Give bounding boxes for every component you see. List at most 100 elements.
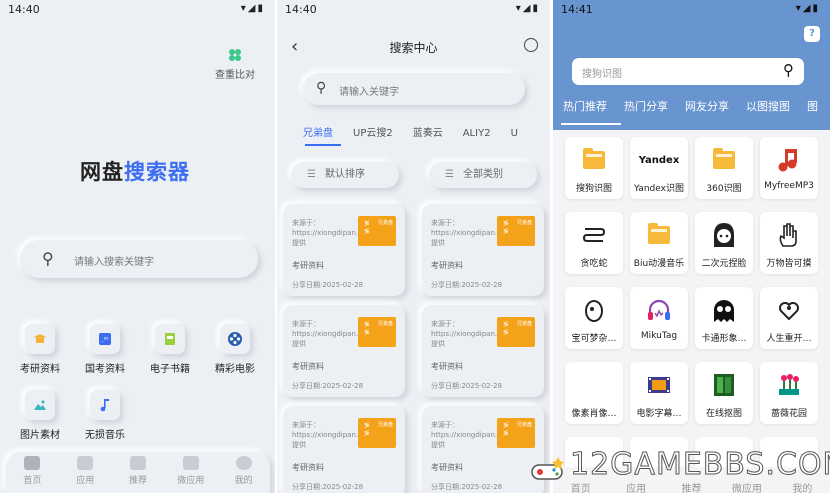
tile-label: 卡通形象…	[701, 334, 747, 344]
tile-music[interactable]: 无损音乐	[75, 390, 135, 441]
app-tile[interactable]: 在线抠图	[695, 362, 753, 424]
music-note-icon	[90, 390, 120, 420]
app-tile[interactable]: 贪吃蛇	[565, 212, 623, 274]
tab-hot-share[interactable]: 热门分享	[624, 98, 668, 114]
list-icon: ☰	[445, 169, 454, 180]
chart-icon	[182, 456, 199, 470]
compare-button[interactable]: 查重比对	[212, 48, 258, 81]
tab-xiongdipan[interactable]: 兄弟盘	[303, 124, 333, 139]
tab-aliy2[interactable]: ALIY2	[463, 128, 491, 139]
search-bar[interactable]: ⚲ 请输入关键字	[303, 73, 525, 105]
app-tile[interactable]: 搜狗识图	[565, 137, 623, 199]
tab-label: 微应用	[177, 476, 205, 486]
tab-recommend[interactable]: 推荐	[112, 452, 165, 493]
category-tabs: 热门推荐 热门分享 网友分享 以图搜图 图	[561, 98, 830, 125]
home-screen: 14:40 ▾◢▮ 查重比对 网盘搜索器 ⚲ 请输入搜索关键字 考研资料 .ᴵᴰ…	[0, 0, 275, 493]
result-card[interactable]: 来源于：https://xiongdipan.com/提供 ≶ ≶ 兄弟盘 考研资料 分享…	[422, 406, 544, 493]
tile-ebook[interactable]: 电子书籍	[140, 324, 200, 375]
card-date: 分享日期:2025-02-28	[292, 281, 364, 289]
egg-icon	[579, 295, 609, 325]
tab-miniapps[interactable]: 微应用	[164, 452, 217, 493]
app-tile[interactable]: Yandex Yandex识图	[630, 137, 688, 199]
card-date: 分享日期:2025-02-28	[431, 281, 503, 289]
tile-label: 万物皆可摸	[766, 259, 812, 269]
zigzag-icon: ≶ ≶	[364, 219, 370, 235]
card-source: 来源于：https://xiongdipan.com/提供	[292, 421, 376, 449]
tile-label: 360识图	[706, 184, 742, 194]
result-card[interactable]: 来源于：https://xiongdipan.com/提供 ≶ ≶ 兄弟盘 考研资料 分享…	[283, 406, 405, 493]
tile-label: 人生重开…	[766, 334, 812, 344]
card-thumbnail: ≶ ≶ 兄弟盘	[358, 216, 396, 246]
app-tile[interactable]: 电影字幕…	[630, 362, 688, 424]
snake-icon	[579, 220, 609, 250]
tab-apps[interactable]: 应用	[59, 452, 112, 493]
thumb-tag: 兄弟盘	[516, 321, 532, 327]
tab-upyun[interactable]: UP云搜2	[353, 124, 393, 139]
status-time: 14:41	[561, 3, 593, 16]
search-icon[interactable]: ⚲	[783, 61, 794, 79]
app-tile[interactable]: 万物皆可摸	[760, 212, 818, 274]
search-bar[interactable]: ⚲ 请输入搜索关键字	[20, 240, 258, 278]
tab-home[interactable]: 首页	[6, 452, 59, 493]
search-icon: ⚲	[42, 249, 54, 268]
tile-label: 图片素材	[20, 430, 60, 441]
app-tile[interactable]: 像素肖像…	[565, 362, 623, 424]
app-tile[interactable]: MyfreeMP3	[760, 137, 818, 199]
tile-label: 考研资料	[20, 364, 60, 375]
garden-icon	[774, 370, 804, 400]
app-tile[interactable]: 360识图	[695, 137, 753, 199]
search-bar[interactable]: 搜狗识图 ⚲	[572, 58, 804, 85]
card-thumbnail: ≶ ≶ 兄弟盘	[358, 418, 396, 448]
tab-image-search[interactable]: 以图搜图	[746, 98, 790, 114]
tile-label: Yandex识图	[634, 184, 684, 194]
film-strip-icon	[644, 370, 674, 400]
app-tile[interactable]: MikuTag	[630, 287, 688, 349]
result-card[interactable]: 来源于：https://xiongdipan.com/提供 ≶ ≶ 兄弟盘 考研资料 分享…	[422, 204, 544, 296]
thumb-tag: 兄弟盘	[516, 422, 532, 428]
app-tile[interactable]: 宝可梦杂…	[565, 287, 623, 349]
landscape-image-icon	[25, 390, 55, 420]
tile-kaoyan[interactable]: 考研资料	[10, 324, 70, 375]
category-filter[interactable]: ☰ 全部类别	[429, 162, 537, 188]
tile-label: 蔷薇花园	[770, 409, 807, 419]
yandex-text-icon: Yandex	[638, 154, 680, 166]
help-icon[interactable]: ?	[804, 26, 820, 42]
tile-guokao[interactable]: .ᴵᴰ 国考资料	[75, 324, 135, 375]
blank-icon	[579, 370, 609, 400]
tile-image[interactable]: 图片素材	[10, 390, 70, 441]
app-tile[interactable]: 卡通形象…	[695, 287, 753, 349]
tile-label: 电影字幕…	[636, 409, 682, 419]
status-icons: ▾◢▮	[515, 3, 540, 14]
tile-label: 宝可梦杂…	[571, 334, 617, 344]
app-tile[interactable]: 蔷薇花园	[760, 362, 818, 424]
tile-movie[interactable]: 精彩电影	[205, 324, 265, 375]
status-bar: 14:41 ▾◢▮	[553, 0, 830, 20]
folder-icon	[579, 145, 609, 175]
app-tile[interactable]: 人生重开…	[760, 287, 818, 349]
status-icons: ▾◢▮	[795, 3, 820, 14]
tab-user-share[interactable]: 网友分享	[685, 98, 729, 114]
card-source: 来源于：https://xiongdipan.com/提供	[292, 320, 376, 348]
sort-filter[interactable]: ☰ 默认排序	[291, 162, 399, 188]
tab-more[interactable]: 图	[807, 98, 818, 114]
tab-hot[interactable]: 热门推荐	[563, 98, 607, 114]
result-card[interactable]: 来源于：https://xiongdipan.com/提供 ≶ ≶ 兄弟盘 考研资料 分享…	[283, 305, 405, 397]
tab-more[interactable]: U	[511, 128, 518, 139]
history-clock-icon[interactable]	[524, 38, 538, 52]
heart-person-icon	[774, 295, 804, 325]
app-tile[interactable]: 二次元捏脸	[695, 212, 753, 274]
tile-label: 贪吃蛇	[580, 259, 608, 269]
svg-text:.ᴵᴰ: .ᴵᴰ	[102, 336, 110, 344]
zigzag-icon: ≶ ≶	[503, 219, 509, 235]
tile-label: 像素肖像…	[571, 409, 617, 419]
app-tile[interactable]: Biu动漫音乐	[630, 212, 688, 274]
tile-label: 搜狗识图	[575, 184, 612, 194]
tile-label: 精彩电影	[215, 364, 255, 375]
result-card[interactable]: 来源于：https://xiongdipan.com/提供 ≶ ≶ 兄弟盘 考研资料 分享…	[283, 204, 405, 296]
result-card[interactable]: 来源于：https://xiongdipan.com/提供 ≶ ≶ 兄弟盘 考研资料 分享…	[422, 305, 544, 397]
tab-mine[interactable]: 我的	[217, 452, 270, 493]
gamepad-logo-icon	[531, 457, 564, 480]
card-date: 分享日期:2025-02-28	[431, 483, 503, 491]
card-title: 考研资料	[292, 463, 324, 472]
tab-lanzou[interactable]: 蓝奏云	[413, 124, 443, 139]
